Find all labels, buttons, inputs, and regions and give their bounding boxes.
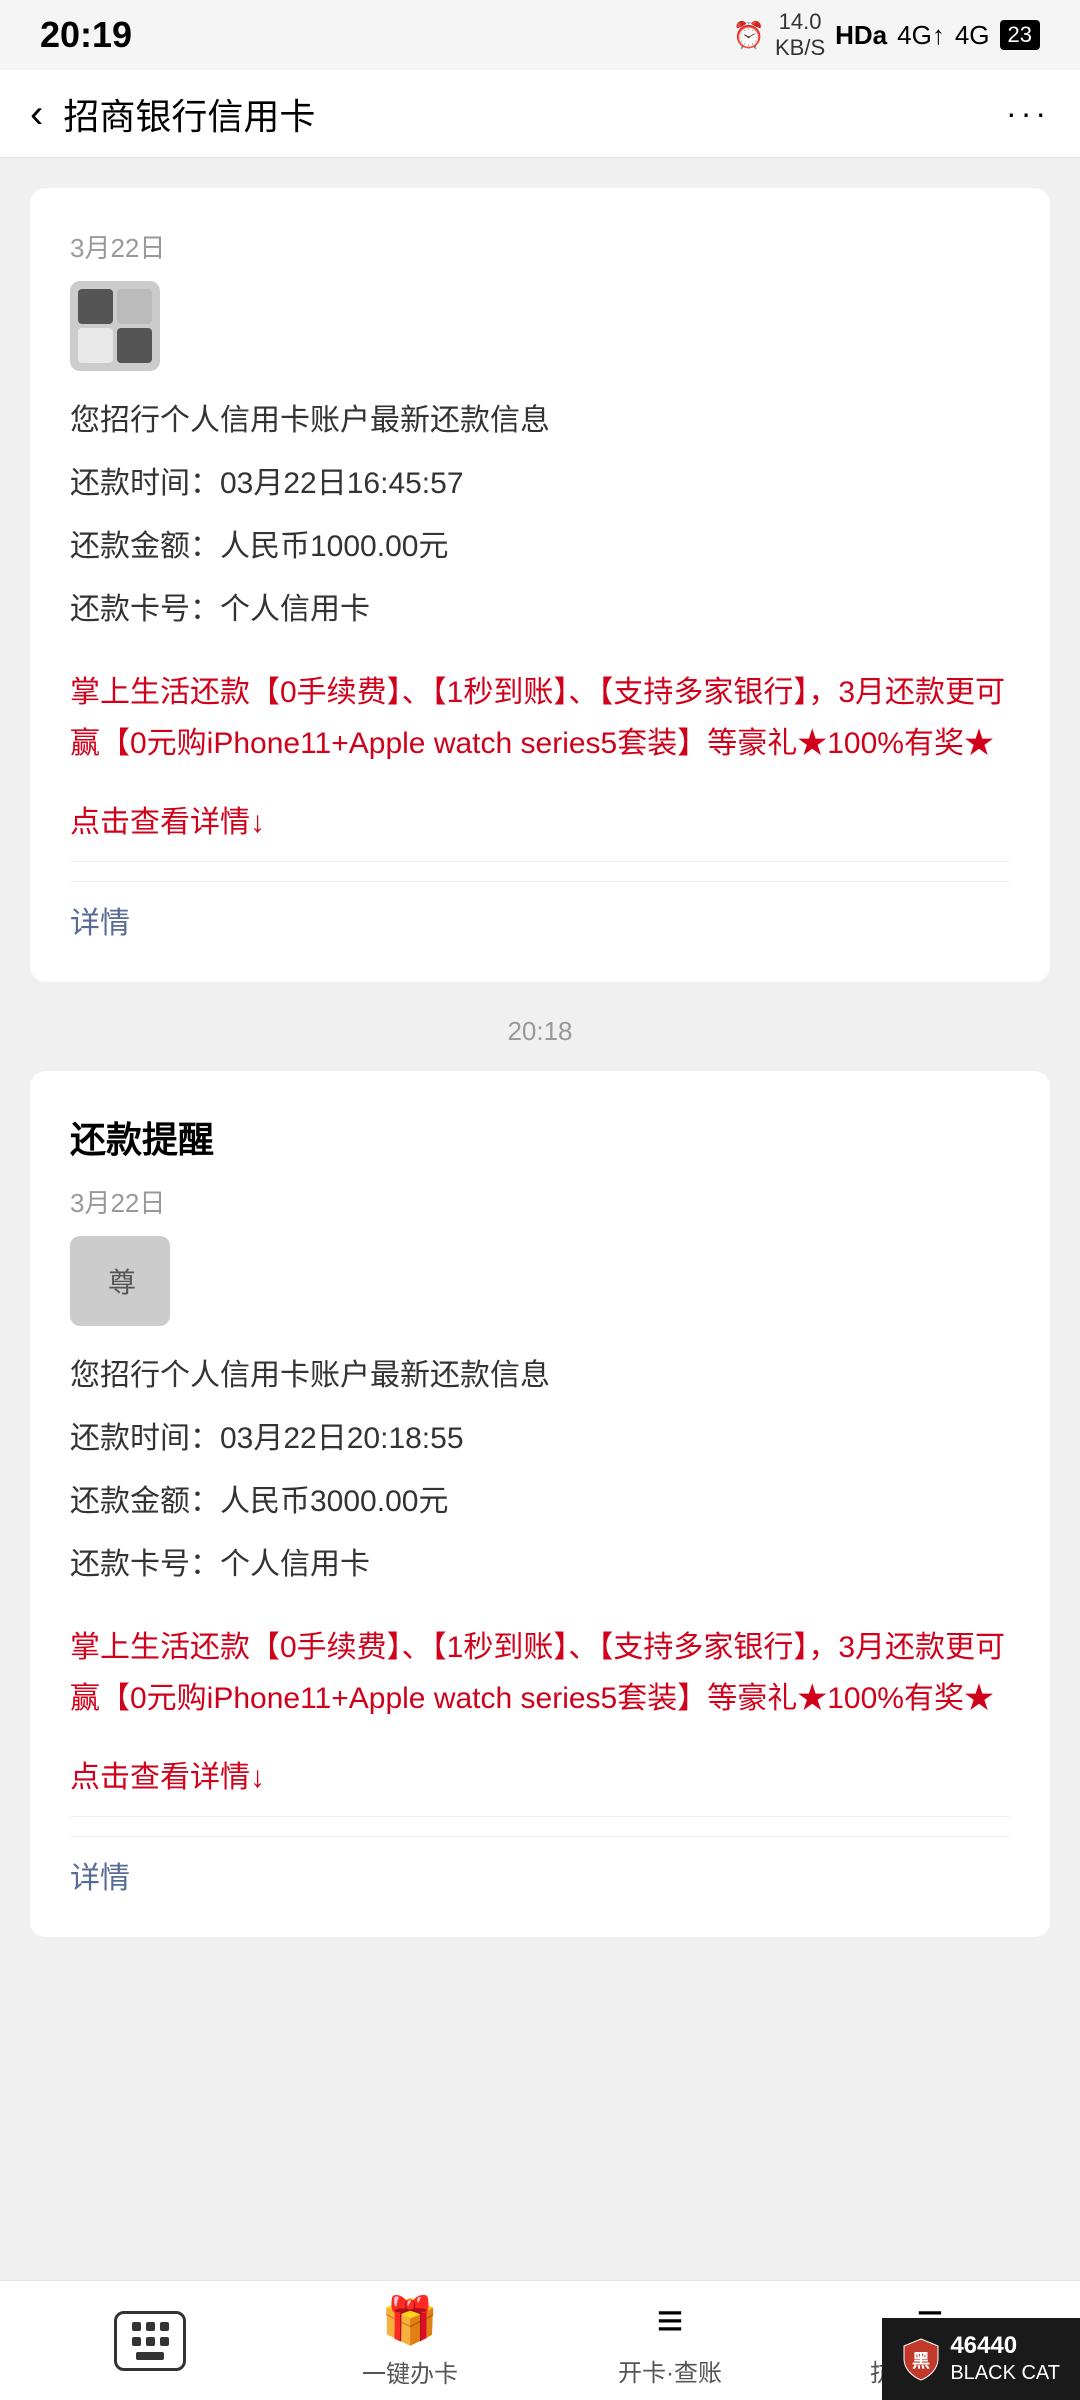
message-card-2: 还款提醒 3月22日 尊 您招行个人信用卡账户最新还款信息 还款时间：03月22… — [30, 1071, 1050, 1937]
msg1-info-line2: 还款时间：03月22日16:45:57 — [70, 458, 1010, 509]
watermark-id: 46440 — [950, 2332, 1060, 2360]
timestamp-divider: 20:18 — [0, 992, 1080, 1061]
nav-kaika-chazhan[interactable]: ≡ 开卡·查账 — [540, 2293, 800, 2388]
watermark: 黑 46440 BLACK CAT — [882, 2318, 1080, 2400]
nav-yijianbanka[interactable]: 🎁 一键办卡 — [280, 2293, 540, 2389]
watermark-info: 46440 BLACK CAT — [950, 2332, 1060, 2386]
msg1-info-line3: 还款金额：人民币1000.00元 — [70, 521, 1010, 572]
gift-icon: 🎁 — [381, 2293, 438, 2348]
hd-indicator: HDa — [835, 20, 887, 51]
status-icons: ⏰ 14.0 KB/S HDa 4G↑ 4G 23 — [733, 9, 1040, 62]
msg2-detail-button[interactable]: 详情 — [70, 1836, 1010, 1897]
msg1-detail-button[interactable]: 详情 — [70, 881, 1010, 942]
msg2-detail-link[interactable]: 点击查看详情↓ — [70, 1752, 1010, 1796]
svg-text:黑: 黑 — [912, 2351, 930, 2371]
avatar-row-1 — [70, 281, 1010, 371]
network-4g-2: 4G — [955, 20, 990, 51]
top-nav: ‹ 招商银行信用卡 ··· — [0, 70, 1080, 158]
alarm-icon: ⏰ — [733, 20, 765, 51]
avatar-1 — [70, 281, 160, 371]
status-time: 20:19 — [40, 14, 132, 56]
msg2-promo-text: 掌上生活还款【0手续费】、【1秒到账】、【支持多家银行】，3月还款更可赢【0元购… — [70, 1622, 1010, 1724]
chat-container: 3月22日 您招行个人信用卡账户最新还款信息 还款时间：03月22日16:45:… — [0, 158, 1080, 2400]
shield-icon: 黑 — [902, 2337, 940, 2381]
msg1-detail-link[interactable]: 点击查看详情↓ — [70, 797, 1010, 841]
more-button[interactable]: ··· — [1006, 95, 1050, 132]
avatar-row-2: 尊 — [70, 1236, 1010, 1326]
back-button[interactable]: ‹ — [30, 94, 43, 134]
nav-label-1: 一键办卡 — [362, 2354, 458, 2389]
card-title-2: 还款提醒 — [70, 1111, 1010, 1163]
msg1-info-line4: 还款卡号：个人信用卡 — [70, 584, 1010, 635]
nav-label-2: 开卡·查账 — [618, 2353, 722, 2388]
battery-indicator: 23 — [1000, 20, 1040, 50]
card-date-1: 3月22日 — [70, 228, 1010, 265]
menu-icon-1: ≡ — [657, 2293, 684, 2347]
card-date-2: 3月22日 — [70, 1183, 1010, 1220]
msg1-promo-text: 掌上生活还款【0手续费】、【1秒到账】、【支持多家银行】，3月还款更可赢【0元购… — [70, 667, 1010, 769]
msg2-info-line3: 还款金额：人民币3000.00元 — [70, 1476, 1010, 1527]
keyboard-button[interactable] — [20, 2311, 280, 2371]
msg2-info-line1: 您招行个人信用卡账户最新还款信息 — [70, 1350, 1010, 1401]
message-card-1: 3月22日 您招行个人信用卡账户最新还款信息 还款时间：03月22日16:45:… — [30, 188, 1050, 982]
msg1-info-line1: 您招行个人信用卡账户最新还款信息 — [70, 395, 1010, 446]
msg2-info-line4: 还款卡号：个人信用卡 — [70, 1539, 1010, 1590]
status-bar: 20:19 ⏰ 14.0 KB/S HDa 4G↑ 4G 23 — [0, 0, 1080, 70]
avatar-2: 尊 — [70, 1236, 170, 1326]
page-title: 招商银行信用卡 — [63, 88, 1006, 140]
watermark-brand: BLACK CAT — [950, 2360, 1060, 2386]
msg2-info-line2: 还款时间：03月22日20:18:55 — [70, 1413, 1010, 1464]
network-4g-1: 4G↑ — [897, 20, 945, 51]
network-speed: 14.0 KB/S — [775, 9, 825, 62]
